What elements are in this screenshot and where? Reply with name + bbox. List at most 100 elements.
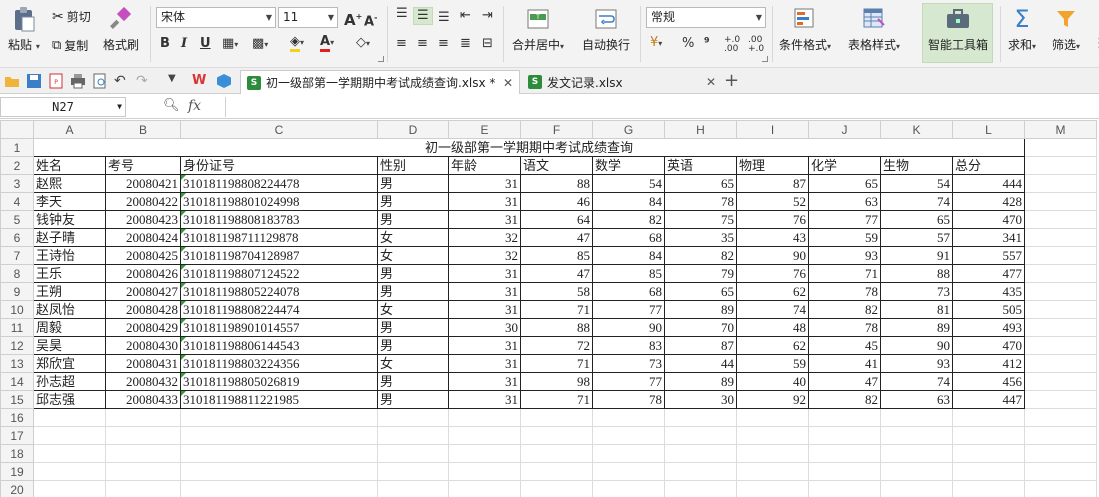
data-cell[interactable]: 89 bbox=[880, 318, 953, 337]
data-cell[interactable]: 505 bbox=[952, 300, 1025, 319]
data-cell[interactable]: 吴昊 bbox=[33, 336, 106, 355]
cell[interactable] bbox=[180, 426, 378, 445]
row-header[interactable]: 18 bbox=[0, 444, 34, 463]
cell[interactable] bbox=[664, 444, 737, 463]
cell[interactable] bbox=[105, 480, 181, 497]
border-icon[interactable]: ▦▾ bbox=[222, 36, 238, 53]
formula-input[interactable] bbox=[225, 97, 1099, 117]
cell[interactable] bbox=[377, 426, 449, 445]
column-header-k[interactable]: K bbox=[880, 120, 953, 139]
cell[interactable] bbox=[1024, 264, 1097, 283]
smart-toolbox-button[interactable]: 智能工具箱 bbox=[928, 6, 988, 53]
zoom-search-icon[interactable]: 🔍︎ bbox=[163, 98, 180, 113]
data-cell[interactable]: 310181198803224356 bbox=[180, 354, 378, 373]
data-cell[interactable]: 52 bbox=[736, 192, 809, 211]
data-cell[interactable]: 91 bbox=[880, 246, 953, 265]
close-tab-icon[interactable]: ✕ bbox=[503, 76, 513, 90]
cell[interactable] bbox=[1024, 318, 1097, 337]
cell[interactable] bbox=[1024, 354, 1097, 373]
cell[interactable] bbox=[448, 444, 521, 463]
data-cell[interactable]: 88 bbox=[880, 264, 953, 283]
align-middle-icon[interactable]: ☰ bbox=[417, 8, 429, 24]
cell[interactable] bbox=[1024, 174, 1097, 193]
data-cell[interactable]: 447 bbox=[952, 390, 1025, 409]
data-cell[interactable]: 31 bbox=[448, 192, 521, 211]
data-cell[interactable]: 87 bbox=[664, 336, 737, 355]
data-cell[interactable]: 65 bbox=[664, 174, 737, 193]
data-cell[interactable]: 20080433 bbox=[105, 390, 181, 409]
distribute-icon[interactable]: ⊟ bbox=[482, 36, 493, 52]
data-cell[interactable]: 20080423 bbox=[105, 210, 181, 229]
cell[interactable] bbox=[33, 462, 106, 481]
cell[interactable] bbox=[592, 426, 665, 445]
column-header-c[interactable]: C bbox=[180, 120, 378, 139]
data-cell[interactable]: 310181198811221985 bbox=[180, 390, 378, 409]
data-cell[interactable]: 赵熙 bbox=[33, 174, 106, 193]
cell[interactable] bbox=[1024, 426, 1097, 445]
clear-format-icon[interactable]: ◇▾ bbox=[356, 35, 370, 52]
row-header[interactable]: 9 bbox=[0, 282, 34, 301]
cell[interactable] bbox=[808, 480, 881, 497]
data-cell[interactable]: 31 bbox=[448, 282, 521, 301]
data-cell[interactable]: 470 bbox=[952, 336, 1025, 355]
row-header[interactable]: 1 bbox=[0, 138, 34, 157]
cell[interactable] bbox=[1024, 408, 1097, 427]
data-cell[interactable]: 男 bbox=[377, 390, 449, 409]
cell[interactable] bbox=[880, 462, 953, 481]
cell[interactable] bbox=[1024, 336, 1097, 355]
cell[interactable] bbox=[1024, 390, 1097, 409]
data-cell[interactable]: 57 bbox=[880, 228, 953, 247]
justify-icon[interactable]: ≣ bbox=[460, 36, 471, 52]
tab-score-query[interactable]: S 初一级部第一学期期中考试成绩查询.xlsx * ✕ bbox=[240, 70, 520, 94]
cell[interactable] bbox=[880, 480, 953, 497]
cell[interactable] bbox=[880, 408, 953, 427]
data-cell[interactable]: 74 bbox=[736, 300, 809, 319]
tab-dispatch-record[interactable]: S 发文记录.xlsx ✕ bbox=[522, 70, 722, 94]
row-header[interactable]: 16 bbox=[0, 408, 34, 427]
data-cell[interactable]: 65 bbox=[880, 210, 953, 229]
data-cell[interactable]: 98 bbox=[520, 372, 593, 391]
data-cell[interactable]: 412 bbox=[952, 354, 1025, 373]
data-cell[interactable]: 男 bbox=[377, 282, 449, 301]
cell[interactable] bbox=[1024, 210, 1097, 229]
cell[interactable] bbox=[180, 408, 378, 427]
cell[interactable] bbox=[180, 444, 378, 463]
cell[interactable] bbox=[377, 480, 449, 497]
data-cell[interactable]: 20080427 bbox=[105, 282, 181, 301]
cell[interactable] bbox=[664, 426, 737, 445]
cell-fill-pattern-icon[interactable]: ▩▾ bbox=[252, 36, 268, 53]
data-cell[interactable]: 85 bbox=[520, 246, 593, 265]
data-cell[interactable]: 王诗怡 bbox=[33, 246, 106, 265]
data-cell[interactable]: 90 bbox=[592, 318, 665, 337]
data-cell[interactable]: 62 bbox=[736, 336, 809, 355]
data-cell[interactable]: 72 bbox=[520, 336, 593, 355]
cell[interactable] bbox=[520, 462, 593, 481]
cell[interactable] bbox=[808, 408, 881, 427]
data-cell[interactable]: 444 bbox=[952, 174, 1025, 193]
data-cell[interactable]: 456 bbox=[952, 372, 1025, 391]
cell[interactable] bbox=[736, 480, 809, 497]
align-bottom-icon[interactable]: ☰ bbox=[438, 10, 450, 26]
data-cell[interactable]: 82 bbox=[592, 210, 665, 229]
column-header-h[interactable]: H bbox=[664, 120, 737, 139]
data-cell[interactable]: 65 bbox=[808, 174, 881, 193]
data-cell[interactable]: 84 bbox=[592, 192, 665, 211]
data-cell[interactable]: 54 bbox=[880, 174, 953, 193]
header-cell[interactable]: 化学 bbox=[808, 156, 881, 175]
row-header[interactable]: 6 bbox=[0, 228, 34, 247]
row-header[interactable]: 8 bbox=[0, 264, 34, 283]
data-cell[interactable]: 女 bbox=[377, 300, 449, 319]
data-cell[interactable]: 76 bbox=[736, 210, 809, 229]
data-cell[interactable]: 310181198808183783 bbox=[180, 210, 378, 229]
indent-increase-icon[interactable]: ⇥ bbox=[482, 8, 493, 24]
sheet-title-cell[interactable]: 初一级部第一学期期中考试成绩查询 bbox=[33, 138, 1025, 157]
copy-button[interactable]: ⧉ 复制 bbox=[52, 37, 88, 54]
data-cell[interactable]: 470 bbox=[952, 210, 1025, 229]
data-cell[interactable]: 20080432 bbox=[105, 372, 181, 391]
data-cell[interactable]: 王乐 bbox=[33, 264, 106, 283]
data-cell[interactable]: 310181198805224078 bbox=[180, 282, 378, 301]
data-cell[interactable]: 70 bbox=[664, 318, 737, 337]
data-cell[interactable]: 45 bbox=[808, 336, 881, 355]
header-cell[interactable]: 姓名 bbox=[33, 156, 106, 175]
data-cell[interactable]: 35 bbox=[664, 228, 737, 247]
